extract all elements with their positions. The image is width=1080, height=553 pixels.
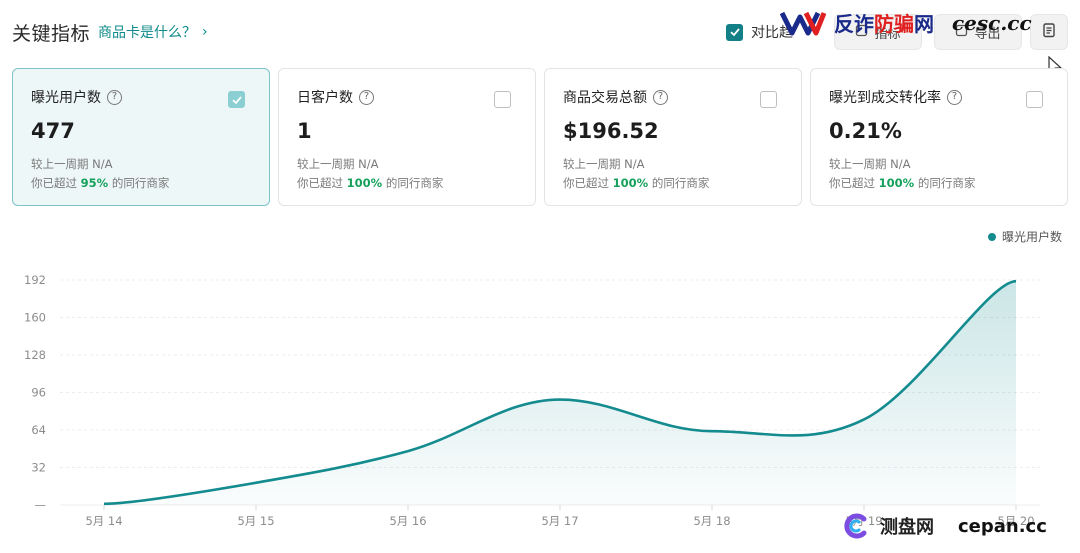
watermark-cn-b: 防骗 <box>874 12 914 36</box>
card-compare-text: 较上一周期 N/A <box>829 157 911 171</box>
legend-label: 曝光用户数 <box>1002 230 1063 244</box>
beat-percent: 100% <box>346 176 383 190</box>
card-title-row: 商品交易总额 ? <box>563 87 783 107</box>
legend-dot-icon <box>988 232 996 241</box>
watermark-logo-icon <box>780 11 826 35</box>
beat-suffix: 的同行商家 <box>108 176 170 190</box>
card-checkbox[interactable] <box>1026 91 1043 108</box>
card-compare-text: 较上一周期 N/A <box>563 157 645 171</box>
chart-legend[interactable]: 曝光用户数 <box>988 228 1062 245</box>
trend-chart: — 32 64 96 128 160 192 5月 14 5月 15 5月 16 5月 17 5月 … <box>24 273 1040 528</box>
y-tick-label: 64 <box>31 423 46 437</box>
page-title: 关键指标 <box>12 22 91 45</box>
y-tick-label: 192 <box>24 273 46 287</box>
help-question-icon[interactable]: ? <box>947 89 962 105</box>
beat-prefix: 你已超过 <box>829 176 879 190</box>
y-tick-label: 128 <box>24 348 46 362</box>
metric-cards: 曝光用户数 ? 477 较上一周期 N/A 你已超过 95% 的同行商家 日客户… <box>12 68 1068 206</box>
watermark-bottom-cn: 测盘网 <box>880 517 934 538</box>
card-value: 1 <box>297 119 312 143</box>
help-question-icon[interactable]: ? <box>107 89 122 105</box>
y-tick-label: 160 <box>24 311 46 325</box>
y-tick-label: 32 <box>31 461 46 475</box>
watermark-c-logo-icon <box>844 513 867 539</box>
watermark-cn-c: 网 <box>914 12 934 36</box>
metric-card-daily-customers[interactable]: 日客户数 ? 1 较上一周期 N/A 你已超过 100% 的同行商家 <box>278 68 536 206</box>
x-tick-label: 5月 14 <box>85 514 122 528</box>
card-title-row: 曝光到成交转化率 ? <box>829 87 1049 107</box>
card-compare-text: 较上一周期 N/A <box>31 157 113 171</box>
beat-suffix: 的同行商家 <box>914 176 976 190</box>
x-tick-label: 5月 18 <box>693 514 730 528</box>
card-subtext: 较上一周期 N/A 你已超过 100% 的同行商家 <box>829 155 1049 193</box>
check-icon <box>231 95 242 104</box>
beat-suffix: 的同行商家 <box>382 176 444 190</box>
series-area <box>104 281 1016 505</box>
card-checkbox-checked[interactable] <box>228 91 245 108</box>
y-tick-label: — <box>35 498 47 512</box>
metric-card-gmv[interactable]: 商品交易总额 ? $196.52 较上一周期 N/A 你已超过 100% 的同行… <box>544 68 802 206</box>
watermark-cn-a: 反诈 <box>834 12 874 36</box>
watermark-top: 反诈防骗网 cesc.cc <box>780 8 1032 37</box>
watermark-bottom-site: cepan.cc <box>958 515 1047 537</box>
card-beat-text: 你已超过 100% 的同行商家 <box>829 174 1049 193</box>
card-beat-text: 你已超过 100% 的同行商家 <box>563 174 783 193</box>
card-value: $196.52 <box>563 119 659 143</box>
help-link[interactable]: 商品卡是什么？ › <box>98 22 208 42</box>
card-beat-text: 你已超过 95% 的同行商家 <box>31 174 251 193</box>
card-compare-text: 较上一周期 N/A <box>297 157 379 171</box>
y-axis-ticks: — 32 64 96 128 160 192 <box>24 273 46 512</box>
beat-percent: 100% <box>878 176 915 190</box>
card-title-row: 日客户数 ? <box>297 87 517 107</box>
card-value: 477 <box>31 119 75 143</box>
card-title: 日客户数 <box>297 90 353 106</box>
beat-percent: 95% <box>80 176 109 190</box>
x-tick-label: 5月 17 <box>541 514 578 528</box>
help-question-icon[interactable]: ? <box>653 89 668 105</box>
y-tick-label: 96 <box>31 386 46 400</box>
help-link-label: 商品卡是什么？ <box>98 25 197 41</box>
card-title: 曝光到成交转化率 <box>829 90 941 106</box>
card-beat-text: 你已超过 100% 的同行商家 <box>297 174 517 193</box>
x-tick-label: 5月 16 <box>389 514 426 528</box>
clipboard-icon <box>1042 22 1056 42</box>
card-subtext: 较上一周期 N/A 你已超过 95% 的同行商家 <box>31 155 251 193</box>
section-header: 关键指标 商品卡是什么？ › <box>12 16 208 48</box>
beat-prefix: 你已超过 <box>31 176 81 190</box>
card-title: 曝光用户数 <box>31 90 101 106</box>
watermark-site: cesc.cc <box>952 10 1032 35</box>
metric-card-exposure-users[interactable]: 曝光用户数 ? 477 较上一周期 N/A 你已超过 95% 的同行商家 <box>12 68 270 206</box>
card-checkbox[interactable] <box>760 91 777 108</box>
card-title-row: 曝光用户数 ? <box>31 87 251 107</box>
card-subtext: 较上一周期 N/A 你已超过 100% 的同行商家 <box>297 155 517 193</box>
chevron-right-icon: › <box>202 24 208 40</box>
beat-prefix: 你已超过 <box>297 176 347 190</box>
card-checkbox[interactable] <box>494 91 511 108</box>
metric-card-conversion-rate[interactable]: 曝光到成交转化率 ? 0.21% 较上一周期 N/A 你已超过 100% 的同行… <box>810 68 1068 206</box>
card-value: 0.21% <box>829 119 902 143</box>
beat-prefix: 你已超过 <box>563 176 613 190</box>
card-title: 商品交易总额 <box>563 90 647 106</box>
card-subtext: 较上一周期 N/A 你已超过 100% 的同行商家 <box>563 155 783 193</box>
clipboard-button[interactable] <box>1030 14 1068 50</box>
checkbox-checked-icon[interactable] <box>726 23 743 41</box>
help-question-icon[interactable]: ? <box>359 89 374 105</box>
x-tick-label: 5月 15 <box>237 514 274 528</box>
beat-percent: 100% <box>612 176 649 190</box>
beat-suffix: 的同行商家 <box>648 176 710 190</box>
watermark-bottom: 测盘网 cepan.cc <box>842 512 1047 540</box>
